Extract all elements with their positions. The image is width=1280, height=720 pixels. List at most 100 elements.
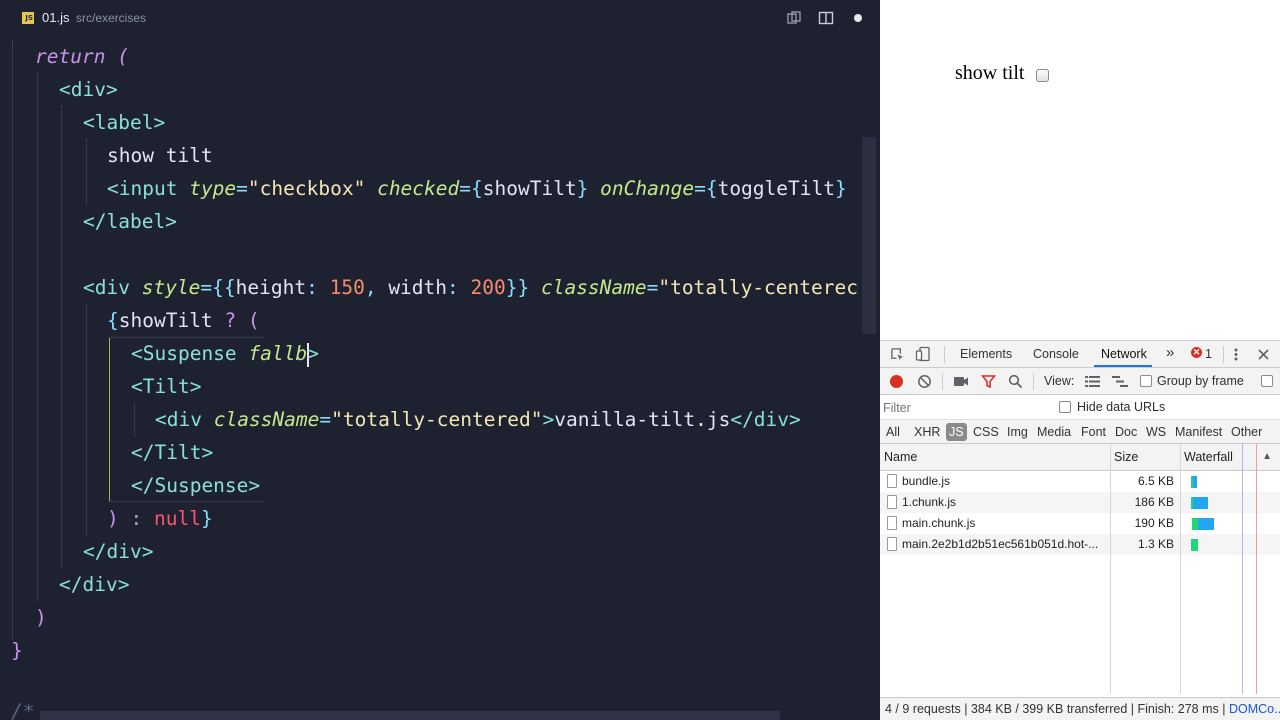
kebab-menu-icon[interactable] xyxy=(1229,347,1243,362)
filter-bar: Hide data URLs xyxy=(880,395,1280,420)
filter-type-css[interactable]: CSS xyxy=(973,425,999,439)
code-token: </label> xyxy=(83,210,177,233)
table-row[interactable]: bundle.js 6.5 KB xyxy=(880,471,1280,492)
group-by-frame-checkbox[interactable] xyxy=(1140,375,1152,387)
dom-content-loaded-link[interactable]: DOMCo... xyxy=(1229,702,1280,716)
tab-elements[interactable]: Elements xyxy=(960,347,1012,361)
code-token: </Tilt> xyxy=(131,441,214,464)
more-tabs-icon[interactable]: » xyxy=(1166,344,1174,361)
editor-tab-filename[interactable]: 01.js xyxy=(42,10,69,25)
code-token: <Tilt> xyxy=(131,375,202,398)
tab-network[interactable]: Network xyxy=(1101,347,1147,361)
editor-tab-path: src/exercises xyxy=(76,11,147,25)
filter-type-other[interactable]: Other xyxy=(1231,425,1262,439)
column-header-size[interactable]: Size xyxy=(1110,444,1180,471)
table-row[interactable]: main.chunk.js 190 KB xyxy=(880,513,1280,534)
dom-content-loaded-marker xyxy=(1242,444,1243,694)
sort-ascending-icon[interactable]: ▲ xyxy=(1262,444,1272,470)
request-name: main.chunk.js xyxy=(902,516,976,530)
column-divider[interactable] xyxy=(1180,444,1181,694)
code-token: checked xyxy=(377,177,460,200)
filter-type-img[interactable]: Img xyxy=(1007,425,1028,439)
code-token: } xyxy=(200,507,213,530)
waterfall-bar-download xyxy=(1198,518,1214,530)
hide-data-urls-label: Hide data URLs xyxy=(1077,400,1166,414)
editor-tab-bar: JS 01.js src/exercises xyxy=(0,0,878,36)
code-token: showTilt xyxy=(482,177,577,200)
waterfall-bar-download xyxy=(1193,476,1197,488)
unsaved-dot-icon[interactable] xyxy=(850,10,866,26)
code-line-9: {showTilt ? ( xyxy=(107,309,260,332)
code-token: <div xyxy=(83,276,130,299)
code-line-11: <Tilt> xyxy=(131,370,201,403)
record-icon[interactable] xyxy=(889,374,904,389)
active-indent-guide xyxy=(109,337,110,502)
column-divider[interactable] xyxy=(1110,444,1111,694)
code-token: "totally-centered" xyxy=(331,408,543,431)
filter-type-all[interactable]: All xyxy=(886,425,900,439)
code-token: </div> xyxy=(730,408,801,431)
code-token: ? xyxy=(224,309,237,332)
filter-type-doc[interactable]: Doc xyxy=(1115,425,1137,439)
filter-funnel-icon[interactable] xyxy=(981,374,996,389)
code-token: className xyxy=(213,408,320,431)
vertical-scrollbar-thumb[interactable] xyxy=(862,137,876,334)
file-icon xyxy=(887,474,897,488)
code-token: <div> xyxy=(59,78,118,101)
filter-type-ws[interactable]: WS xyxy=(1146,425,1166,439)
request-name: main.2e2b1d2b51ec561b051d.hot-... xyxy=(902,537,1099,551)
code-token: return xyxy=(35,45,106,68)
code-line-19: } xyxy=(11,634,23,667)
code-token: null xyxy=(154,507,201,530)
code-token: show tilt xyxy=(107,144,213,167)
code-line-6: </label> xyxy=(83,205,177,238)
split-editor-icon[interactable] xyxy=(818,10,834,26)
filter-type-media[interactable]: Media xyxy=(1037,425,1071,439)
screenshot-camera-icon[interactable] xyxy=(953,375,969,388)
indent-guide xyxy=(134,403,135,436)
preserve-log-checkbox[interactable] xyxy=(1261,375,1273,387)
code-line-2: <div> xyxy=(59,73,118,106)
error-icon[interactable]: ✕ xyxy=(1191,347,1202,358)
inspect-element-icon[interactable] xyxy=(890,347,905,362)
overview-icon[interactable] xyxy=(1112,375,1128,388)
show-tilt-checkbox[interactable] xyxy=(1036,69,1049,82)
close-devtools-icon[interactable] xyxy=(1257,348,1270,361)
horizontal-scrollbar[interactable] xyxy=(40,711,780,720)
resource-type-filter-bar: All XHR JS CSS Img Media Font Doc WS Man… xyxy=(880,420,1280,444)
code-editor[interactable]: JS 01.js src/exercises return ( <div> <l… xyxy=(0,0,878,720)
code-area[interactable]: return ( <div> <label> show tilt <input … xyxy=(0,40,878,720)
column-header-waterfall[interactable]: Waterfall ▲ xyxy=(1180,444,1280,471)
filter-input[interactable] xyxy=(883,398,1045,417)
code-token: toggleTilt xyxy=(717,177,835,200)
large-rows-icon[interactable] xyxy=(1085,375,1100,388)
code-line-15: ) : null} xyxy=(107,502,213,535)
table-row[interactable]: 1.chunk.js 186 KB xyxy=(880,492,1280,513)
code-line-17: </div> xyxy=(59,568,129,601)
code-line-21: /* xyxy=(11,695,34,720)
code-token: } xyxy=(834,177,847,200)
code-token: onChange xyxy=(600,177,695,200)
file-icon xyxy=(887,537,897,551)
error-count[interactable]: 1 xyxy=(1205,347,1212,361)
filter-type-manifest[interactable]: Manifest xyxy=(1175,425,1222,439)
search-icon[interactable] xyxy=(1008,374,1023,389)
request-name: 1.chunk.js xyxy=(902,495,957,509)
filter-type-font[interactable]: Font xyxy=(1081,425,1106,439)
device-toolbar-icon[interactable] xyxy=(915,346,931,362)
tab-divider xyxy=(944,346,945,363)
tab-console[interactable]: Console xyxy=(1033,347,1079,361)
clear-icon[interactable] xyxy=(917,374,932,389)
code-token: ( xyxy=(117,45,129,68)
open-changes-icon[interactable] xyxy=(786,10,802,26)
filter-type-js[interactable]: JS xyxy=(946,423,967,441)
table-row[interactable]: main.2e2b1d2b51ec561b051d.hot-... 1.3 KB xyxy=(880,534,1280,555)
file-icon xyxy=(887,495,897,509)
indent-guide xyxy=(86,304,87,535)
network-toolbar: View: Group by frame xyxy=(880,368,1280,395)
hide-data-urls-checkbox[interactable] xyxy=(1059,401,1071,413)
filter-type-xhr[interactable]: XHR xyxy=(914,425,940,439)
column-header-name[interactable]: Name xyxy=(880,444,1110,471)
code-token: <Suspense xyxy=(131,342,237,365)
code-token: "checkbox" xyxy=(247,177,366,200)
